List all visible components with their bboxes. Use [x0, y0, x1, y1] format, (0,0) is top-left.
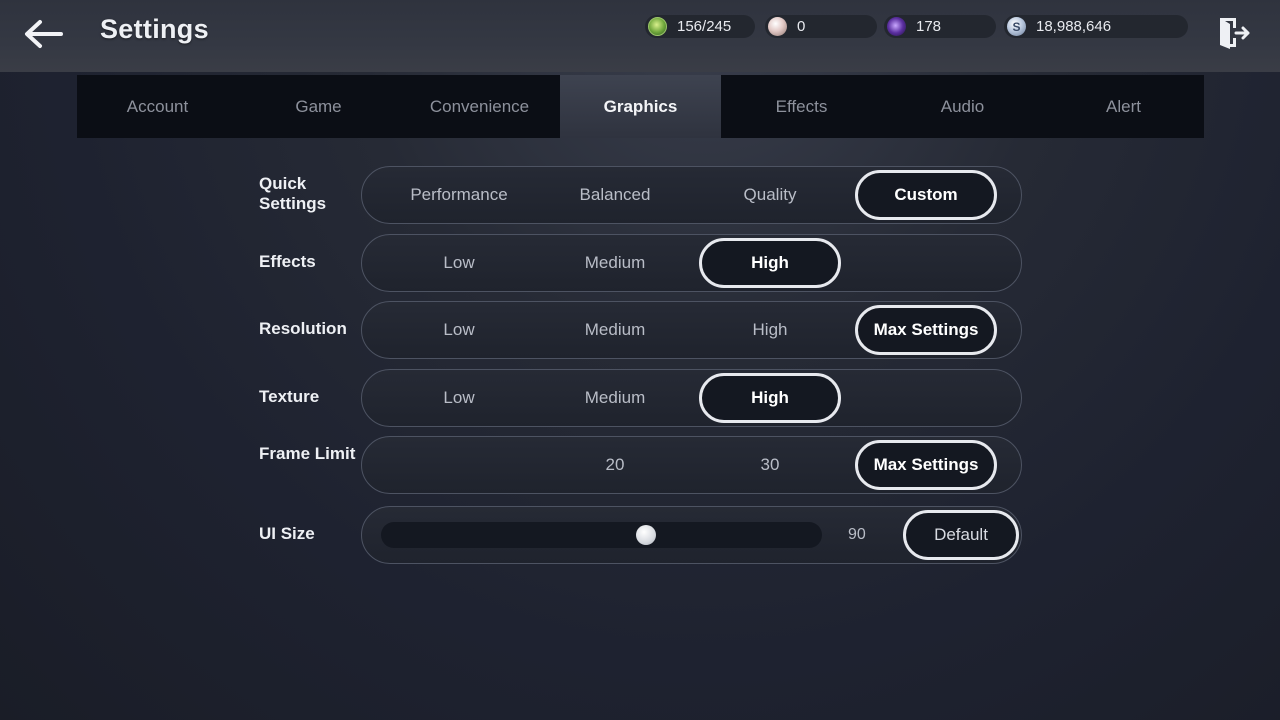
- arrow-left-icon: [25, 20, 63, 48]
- frame-limit-label: Frame Limit: [259, 444, 356, 463]
- ui-size-slider-thumb[interactable]: [635, 525, 656, 545]
- quick-settings-option-performance[interactable]: Performance: [410, 185, 507, 205]
- frame-limit-option-30[interactable]: 30: [761, 455, 780, 475]
- pearl-icon: [768, 17, 787, 36]
- frame-limit-option-max-settings[interactable]: Max Settings: [855, 440, 997, 490]
- quick-settings-option-balanced[interactable]: Balanced: [580, 185, 651, 205]
- effects-label: Effects: [259, 252, 316, 271]
- page-title: Settings: [100, 14, 209, 44]
- tab-audio[interactable]: Audio: [882, 75, 1043, 138]
- texture-option-high[interactable]: High: [699, 373, 841, 423]
- effects-option-medium[interactable]: Medium: [585, 253, 645, 273]
- currency-silver[interactable]: S 18,988,646: [1004, 15, 1188, 38]
- resolution-option-low[interactable]: Low: [443, 320, 474, 340]
- resolution-option-medium[interactable]: Medium: [585, 320, 645, 340]
- tab-game[interactable]: Game: [238, 75, 399, 138]
- ui-size-slider[interactable]: [381, 522, 822, 548]
- tab-graphics[interactable]: Graphics: [560, 75, 721, 138]
- currency-silver-value: 18,988,646: [1036, 18, 1112, 35]
- texture-option-low[interactable]: Low: [443, 388, 474, 408]
- resolution-option-max-settings[interactable]: Max Settings: [855, 305, 997, 355]
- settings-tabs: Account Game Convenience Graphics Effect…: [77, 75, 1204, 138]
- frame-limit-option-20[interactable]: 20: [606, 455, 625, 475]
- purple-gem-icon: [887, 17, 906, 36]
- texture-label: Texture: [259, 387, 320, 406]
- quick-settings-option-quality[interactable]: Quality: [744, 185, 797, 205]
- currency-stamina-value: 156/245: [677, 18, 732, 35]
- ui-size-row: 90 Default: [361, 506, 1022, 564]
- effects-selector: Low Medium High: [361, 234, 1022, 292]
- resolution-selector: Low Medium High Max Settings: [361, 301, 1022, 359]
- resolution-label: Resolution: [259, 319, 347, 338]
- tab-account[interactable]: Account: [77, 75, 238, 138]
- currency-stamina[interactable]: 156/245: [645, 15, 755, 38]
- currency-gem-value: 178: [916, 18, 942, 35]
- quick-settings-selector: Performance Balanced Quality Custom: [361, 166, 1022, 224]
- effects-option-low[interactable]: Low: [443, 253, 474, 273]
- quick-settings-label: Quick Settings: [259, 174, 327, 213]
- effects-option-high[interactable]: High: [699, 238, 841, 288]
- back-button[interactable]: [20, 14, 66, 54]
- silver-coin-icon: S: [1007, 17, 1026, 36]
- texture-selector: Low Medium High: [361, 369, 1022, 427]
- exit-door-icon: [1220, 18, 1250, 49]
- ui-size-label: UI Size: [259, 524, 315, 543]
- ui-size-default-button[interactable]: Default: [903, 510, 1019, 560]
- texture-option-medium[interactable]: Medium: [585, 388, 645, 408]
- tab-alert[interactable]: Alert: [1043, 75, 1204, 138]
- currency-pearl-value: 0: [797, 18, 806, 35]
- stamina-icon: [648, 17, 667, 36]
- top-bar: Settings 156/245 0 178 S 18,988,646: [0, 0, 1280, 72]
- tab-convenience[interactable]: Convenience: [399, 75, 560, 138]
- ui-size-value: 90: [848, 526, 866, 543]
- quick-settings-option-custom[interactable]: Custom: [855, 170, 997, 220]
- tab-effects[interactable]: Effects: [721, 75, 882, 138]
- currency-gem[interactable]: 178: [884, 15, 996, 38]
- exit-button[interactable]: [1215, 15, 1251, 51]
- resolution-option-high[interactable]: High: [753, 320, 788, 340]
- currency-pearl[interactable]: 0: [765, 15, 877, 38]
- frame-limit-selector: 20 30 Max Settings: [361, 436, 1022, 494]
